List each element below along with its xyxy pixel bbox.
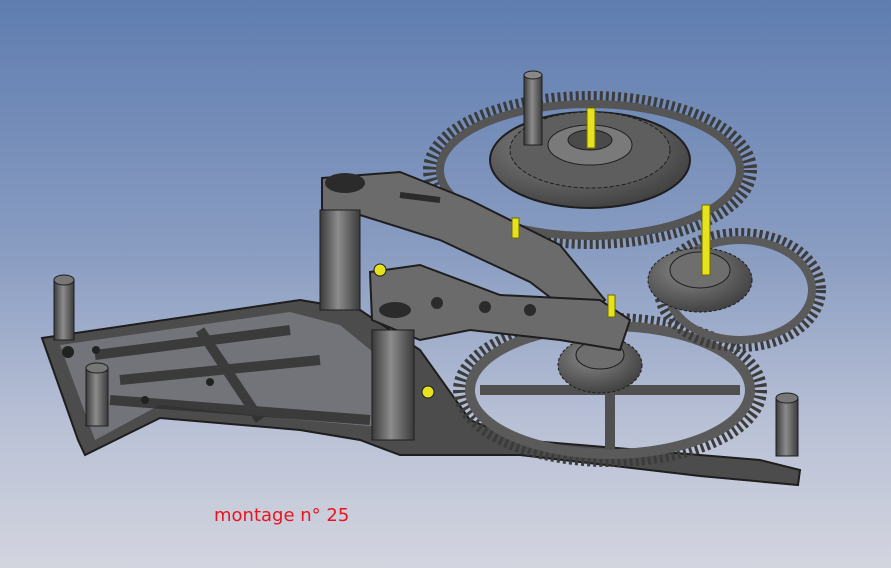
middle-right-gear [647, 228, 826, 352]
cad-viewport[interactable]: montage n° 25 [0, 0, 891, 568]
assembly-caption: montage n° 25 [214, 505, 350, 526]
clock-movement-model [40, 70, 826, 487]
left-post-front [85, 362, 109, 427]
bridge-pillar-front [371, 329, 415, 441]
top-arbor [523, 70, 543, 146]
bridge-pillar-left [319, 209, 361, 311]
right-post [775, 392, 799, 457]
left-post [53, 274, 75, 341]
